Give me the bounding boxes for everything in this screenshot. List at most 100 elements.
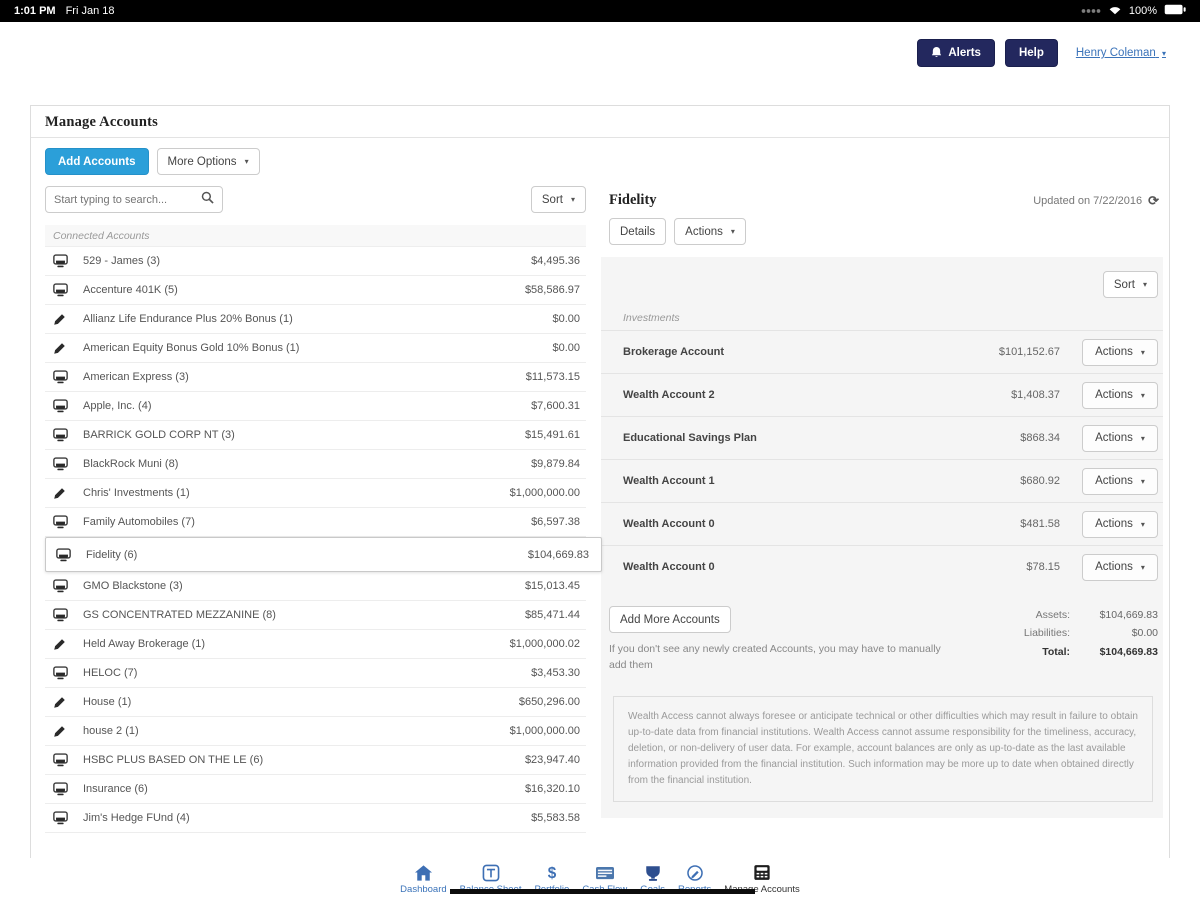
account-value: $650,296.00: [519, 696, 580, 708]
account-row[interactable]: 529 - James (3) $4,495.36: [45, 247, 586, 276]
account-row[interactable]: HSBC PLUS BASED ON THE LE (6) $23,947.40: [45, 746, 586, 775]
investment-value: $1,408.37: [1011, 389, 1060, 401]
row-actions-button[interactable]: Actions ▾: [1082, 425, 1158, 452]
help-button[interactable]: Help: [1005, 39, 1058, 67]
nav-item-dashboard[interactable]: Dashboard: [400, 863, 446, 895]
actions-label: Actions: [1095, 475, 1133, 487]
pencil-icon: [53, 487, 69, 500]
account-name: Chris' Investments (1): [83, 487, 190, 499]
account-value: $15,491.61: [525, 429, 580, 441]
search-icon[interactable]: [201, 191, 214, 209]
investment-row: Educational Savings Plan $868.34 Actions…: [601, 416, 1163, 459]
account-name: GS CONCENTRATED MEZZANINE (8): [83, 609, 276, 621]
account-row[interactable]: Allianz Life Endurance Plus 20% Bonus (1…: [45, 305, 586, 334]
account-row[interactable]: GMO Blackstone (3) $15,013.45: [45, 572, 586, 601]
search-input[interactable]: [54, 194, 195, 206]
nav-underline-bar: [450, 889, 755, 894]
chevron-down-icon: ▾: [1162, 49, 1166, 58]
detail-panel: Fidelity Updated on 7/22/2016 ⟳ Details …: [601, 186, 1163, 818]
account-name: Jim's Hedge FUnd (4): [83, 812, 190, 824]
accounts-sort-button[interactable]: Sort ▾: [531, 186, 586, 213]
investments-sort-button[interactable]: Sort ▾: [1103, 271, 1158, 298]
account-name: Fidelity (6): [86, 549, 137, 561]
account-value: $4,495.36: [531, 255, 580, 267]
chevron-down-icon: ▾: [1141, 348, 1145, 357]
account-row[interactable]: House (1) $650,296.00: [45, 688, 586, 717]
account-row[interactable]: Accenture 401K (5) $58,586.97: [45, 276, 586, 305]
account-row[interactable]: American Equity Bonus Gold 10% Bonus (1)…: [45, 334, 586, 363]
page-title: Manage Accounts: [31, 106, 1169, 138]
add-more-accounts-button[interactable]: Add More Accounts: [609, 606, 731, 633]
account-value: $5,583.58: [531, 812, 580, 824]
account-value: $16,320.10: [525, 783, 580, 795]
monitor-icon: [53, 283, 69, 297]
balance-sheet-icon: [482, 863, 500, 882]
row-actions-button[interactable]: Actions ▾: [1082, 382, 1158, 409]
monitor-icon: [53, 811, 69, 825]
account-row[interactable]: Apple, Inc. (4) $7,600.31: [45, 392, 586, 421]
investment-name: Educational Savings Plan: [623, 432, 757, 444]
row-actions-button[interactable]: Actions ▾: [1082, 339, 1158, 366]
updated-text: Updated on 7/22/2016: [1033, 195, 1142, 207]
pencil-icon: [53, 313, 69, 326]
account-value: $0.00: [552, 313, 580, 325]
account-row[interactable]: Held Away Brokerage (1) $1,000,000.02: [45, 630, 586, 659]
account-row[interactable]: Insurance (6) $16,320.10: [45, 775, 586, 804]
chevron-down-icon: ▾: [1141, 434, 1145, 443]
row-actions-button[interactable]: Actions ▾: [1082, 511, 1158, 538]
detail-actions-button[interactable]: Actions ▾: [674, 218, 746, 245]
actions-label: Actions: [1095, 518, 1133, 530]
account-row[interactable]: Chris' Investments (1) $1,000,000.00: [45, 479, 586, 508]
investment-value: $78.15: [1026, 561, 1060, 573]
account-row[interactable]: GS CONCENTRATED MEZZANINE (8) $85,471.44: [45, 601, 586, 630]
account-name: Apple, Inc. (4): [83, 400, 151, 412]
chevron-down-icon: ▾: [1141, 520, 1145, 529]
account-row[interactable]: HELOC (7) $3,453.30: [45, 659, 586, 688]
pencil-icon: [53, 725, 69, 738]
refresh-icon[interactable]: ⟳: [1148, 193, 1159, 209]
account-value: $3,453.30: [531, 667, 580, 679]
cellular-signal-icon: [1081, 5, 1101, 17]
details-button[interactable]: Details: [609, 218, 666, 245]
user-menu[interactable]: Henry Coleman ▾: [1076, 47, 1166, 59]
app-header: Alerts Help Henry Coleman ▾: [0, 22, 1200, 84]
cash-flow-icon: [595, 863, 615, 882]
account-row[interactable]: BARRICK GOLD CORP NT (3) $15,491.61: [45, 421, 586, 450]
actions-label: Actions: [1095, 561, 1133, 573]
account-name: HELOC (7): [83, 667, 137, 679]
monitor-icon: [53, 457, 69, 471]
help-label: Help: [1019, 47, 1044, 59]
add-accounts-button[interactable]: Add Accounts: [45, 148, 149, 175]
account-name: American Express (3): [83, 371, 189, 383]
row-actions-button[interactable]: Actions ▾: [1082, 554, 1158, 581]
monitor-icon: [53, 428, 69, 442]
monitor-icon: [53, 254, 69, 268]
chevron-down-icon: ▾: [1141, 563, 1145, 572]
investment-name: Wealth Account 1: [623, 475, 715, 487]
account-name: 529 - James (3): [83, 255, 160, 267]
account-value: $1,000,000.02: [510, 638, 580, 650]
monitor-icon: [56, 548, 72, 562]
battery-icon: [1164, 4, 1186, 18]
reports-icon: [686, 863, 704, 882]
section-label: Investments: [623, 312, 1163, 324]
account-row[interactable]: Family Automobiles (7) $6,597.38: [45, 508, 586, 537]
sort-label: Sort: [542, 194, 563, 206]
account-row[interactable]: Fidelity (6) $104,669.83: [45, 537, 602, 572]
detail-title: Fidelity: [609, 192, 657, 209]
disclaimer-text: Wealth Access cannot always foresee or a…: [613, 696, 1153, 802]
sort-label: Sort: [1114, 279, 1135, 291]
account-row[interactable]: house 2 (1) $1,000,000.00: [45, 717, 586, 746]
account-name: Insurance (6): [83, 783, 148, 795]
manage-accounts-icon: [753, 863, 771, 882]
more-options-button[interactable]: More Options ▾: [157, 148, 260, 175]
chevron-down-icon: ▾: [571, 195, 575, 204]
search-box: [45, 186, 223, 213]
row-actions-button[interactable]: Actions ▾: [1082, 468, 1158, 495]
alerts-button[interactable]: Alerts: [917, 39, 995, 67]
account-row[interactable]: American Express (3) $11,573.15: [45, 363, 586, 392]
account-value: $15,013.45: [525, 580, 580, 592]
account-row[interactable]: Jim's Hedge FUnd (4) $5,583.58: [45, 804, 586, 833]
totals-block: Assets:$104,669.83 Liabilities:$0.00 Tot…: [1024, 606, 1158, 674]
account-row[interactable]: BlackRock Muni (8) $9,879.84: [45, 450, 586, 479]
